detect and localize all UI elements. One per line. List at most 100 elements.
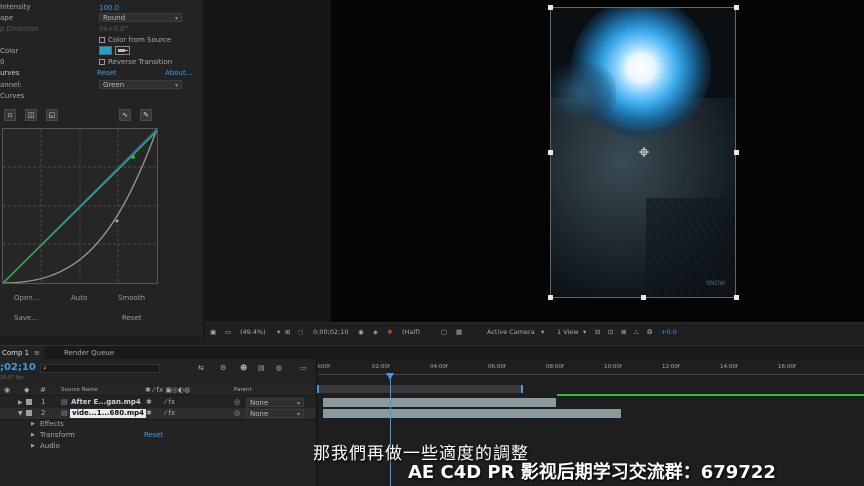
exposure-value[interactable]: +0.0 [661, 328, 677, 336]
expand-arrow-icon[interactable]: ▶ [31, 421, 35, 427]
search-icon: ⌕ [43, 364, 47, 372]
draft-3d-icon[interactable]: ⚙ [220, 364, 226, 372]
tab-comp[interactable]: Comp 1 ≡ [0, 346, 44, 360]
current-time[interactable]: ;02;10 [0, 362, 36, 373]
playhead-line [390, 375, 391, 486]
work-area-bar[interactable] [317, 385, 523, 393]
expand-arrow-icon[interactable]: ▶ [31, 443, 35, 449]
curves-auto-button[interactable]: Auto [71, 294, 87, 302]
transform-handle[interactable] [548, 150, 553, 155]
camera-dropdown[interactable]: Active Camera [487, 328, 535, 336]
fast-preview-icon[interactable]: ⊡ [608, 328, 613, 336]
curve-tool-small-icon[interactable]: ▫ [4, 109, 16, 121]
curves-open-button[interactable]: Open... [14, 294, 39, 302]
layer-1-clip[interactable] [323, 398, 556, 407]
anchor-point-icon[interactable] [639, 147, 649, 157]
transform-handle[interactable] [548, 295, 553, 300]
composition-mini-flowchart-icon[interactable]: ⇆ [198, 364, 204, 372]
col-source-name[interactable]: Source Name [61, 387, 98, 393]
mask-toggle-icon[interactable]: ◻ [298, 328, 303, 336]
label-color-swatch[interactable] [26, 399, 32, 405]
show-snapshot-icon[interactable]: ◈ [373, 328, 378, 336]
curve-tool-large-icon[interactable]: ◱ [46, 109, 58, 121]
channel-dropdown[interactable]: Green ▾ [99, 80, 182, 89]
bezier-curve-icon[interactable]: ∿ [119, 109, 131, 121]
parent-dropdown[interactable]: None ▾ [246, 398, 304, 407]
curves-reset-link[interactable]: Reset [97, 68, 117, 78]
view-layout-dropdown[interactable]: 1 View [557, 328, 579, 336]
layer-number: 2 [41, 409, 46, 417]
fx-icon[interactable]: ⁄ fx [165, 408, 175, 419]
transform-handle[interactable] [734, 150, 739, 155]
label-color-swatch[interactable] [26, 410, 32, 416]
time-ruler[interactable]: k00f 02:00f 04:00f 06:00f 08:00f 10:00f … [317, 364, 864, 373]
transform-reset-link[interactable]: Reset [144, 431, 164, 439]
transform-group-label[interactable]: Transform [40, 431, 75, 439]
snapshot-icon[interactable]: ◉ [358, 328, 364, 336]
menu-icon[interactable]: ≡ [34, 349, 40, 357]
fx-icon[interactable]: ⁄ fx [165, 397, 175, 408]
graph-editor-icon[interactable]: ▭ [300, 364, 307, 372]
channel-icon[interactable]: ❖ [387, 328, 393, 336]
pickwhip-icon[interactable]: ◎ [234, 408, 240, 419]
intensity-value[interactable]: 100.0 [99, 3, 119, 13]
reset-exposure-icon[interactable]: ❂ [647, 328, 652, 336]
pencil-icon[interactable]: ✎ [140, 109, 152, 121]
composition-viewer[interactable]: SNOW [331, 0, 864, 322]
switch-icon[interactable]: ✱ [146, 397, 152, 408]
transparency-grid-icon[interactable]: ▦ [456, 328, 462, 336]
curves-graph[interactable] [2, 128, 158, 284]
collapse-arrow-icon[interactable]: ▼ [18, 408, 23, 419]
color-from-source-checkbox[interactable] [99, 37, 105, 43]
curves-about-link[interactable]: About... [165, 68, 192, 78]
motion-blur-icon[interactable]: ◍ [276, 364, 282, 372]
playhead-handle[interactable] [386, 373, 394, 380]
layer-name-field[interactable]: vide...1...680.mp4 [70, 409, 146, 418]
shape-dropdown[interactable]: Round ▾ [99, 13, 182, 22]
timeline-icon[interactable]: ⊠ [621, 328, 626, 336]
tab-render-queue[interactable]: Render Queue [64, 349, 114, 357]
layer-name[interactable]: After E...gan.mp4 [71, 397, 141, 408]
layer-2-clip[interactable] [323, 409, 621, 418]
transform-handle[interactable] [641, 295, 646, 300]
col-parent[interactable]: Parent [234, 387, 252, 393]
color-swatch[interactable] [99, 46, 112, 55]
channel-value: Green [103, 81, 125, 89]
monitor-icon[interactable]: ▭ [225, 328, 231, 336]
flowchart-icon[interactable]: ⛬ [634, 328, 639, 337]
watermark-text: AE C4D PR 影视后期学习交流群：679722 [408, 462, 776, 483]
frame-blending-icon[interactable]: ▤ [258, 364, 265, 372]
transform-handle[interactable] [734, 295, 739, 300]
pickwhip-icon[interactable]: ◎ [234, 397, 240, 408]
transform-handle[interactable] [548, 5, 553, 10]
transform-handle[interactable] [734, 5, 739, 10]
switch-icon[interactable]: ✱ [146, 408, 152, 419]
region-icon[interactable]: ▢ [441, 328, 447, 336]
expand-arrow-icon[interactable]: ▶ [31, 432, 35, 438]
reverse-transition-checkbox[interactable] [99, 59, 105, 65]
eye-icon[interactable]: ◉ [4, 386, 10, 394]
color-label: Color [0, 47, 19, 55]
label-color-icon[interactable]: ◆ [24, 386, 29, 394]
current-time-display[interactable]: 0;00;02;10 [313, 328, 349, 336]
grid-icon[interactable]: ⊞ [285, 328, 290, 336]
eyedropper-icon[interactable] [115, 46, 130, 55]
audio-group-label[interactable]: Audio [40, 442, 60, 450]
layer-row-2[interactable]: ▼ 2 ▤ vide...1...680.mp4 ✱ ⁄ fx ◎ None ▾ [0, 408, 316, 420]
curves-save-button[interactable]: Save... [14, 314, 38, 322]
shy-icon[interactable]: ☻ [240, 364, 247, 372]
hand-glow [551, 63, 616, 123]
curves-reset-button[interactable]: Reset [122, 314, 142, 322]
chevron-down-icon: ▾ [296, 400, 300, 407]
toggle-pixel-aspect-icon[interactable]: ⊟ [595, 328, 600, 336]
search-input[interactable]: ⌕ [40, 364, 160, 373]
always-preview-icon[interactable]: ▣ [210, 328, 216, 336]
effects-group-label[interactable]: Effects [40, 420, 64, 428]
curves-smooth-button[interactable]: Smooth [118, 294, 145, 302]
curve-tool-medium-icon[interactable]: ◫ [25, 109, 37, 121]
parent-dropdown[interactable]: None ▾ [246, 409, 304, 418]
resolution-dropdown[interactable]: (Half) [402, 328, 420, 336]
ruler-tick: 04:00f [430, 364, 448, 370]
zoom-dropdown[interactable]: (49.4%) [240, 328, 266, 336]
expand-arrow-icon[interactable]: ▶ [18, 397, 23, 408]
